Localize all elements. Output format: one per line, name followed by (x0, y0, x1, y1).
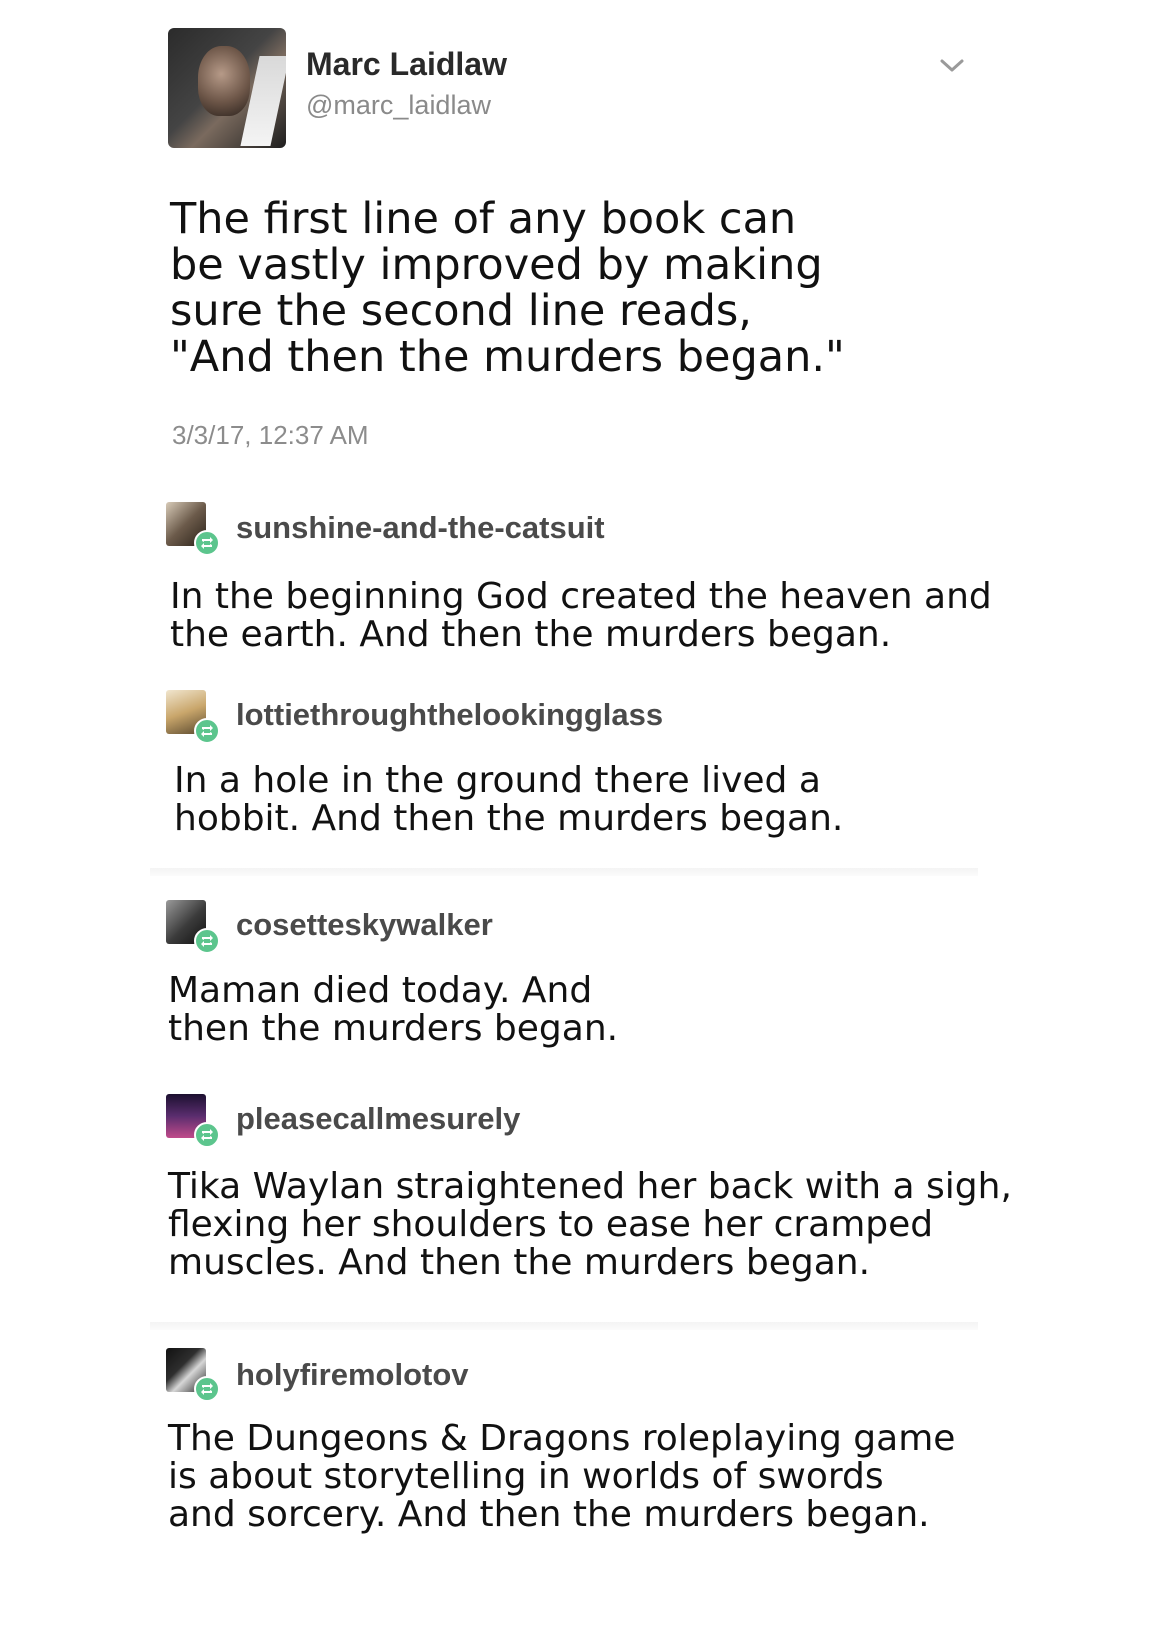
reblog-badge (194, 1122, 220, 1148)
reblog-badge (194, 1376, 220, 1402)
reblog-icon (201, 537, 213, 549)
reblog-text: Maman died today. And then the murders b… (168, 970, 619, 1049)
avatar-face (198, 46, 250, 116)
reblog-avatar[interactable] (166, 690, 220, 744)
reblog-avatar[interactable] (166, 1348, 220, 1402)
reblog-username[interactable]: holyfiremolotov (236, 1357, 469, 1393)
reblog-username[interactable]: cosetteskywalker (236, 907, 493, 943)
tweet-timestamp[interactable]: 3/3/17, 12:37 AM (172, 420, 369, 451)
reblog-text: In a hole in the ground there lived a ho… (174, 760, 844, 839)
reblog-username[interactable]: pleasecallmesurely (236, 1101, 520, 1137)
tweet-text: The first line of any book can be vastly… (170, 194, 845, 382)
reblog-username[interactable]: sunshine-and-the-catsuit (236, 510, 605, 546)
reblog-text: The Dungeons & Dragons roleplaying game … (168, 1418, 956, 1535)
tweet-author-name[interactable]: Marc Laidlaw (306, 46, 507, 83)
reblog-avatar[interactable] (166, 900, 220, 954)
chevron-down-icon[interactable] (938, 56, 966, 76)
post-divider (150, 1322, 978, 1330)
reblog-icon (201, 725, 213, 737)
reblog-icon (201, 1383, 213, 1395)
post-divider (150, 868, 978, 876)
reblog-avatar[interactable] (166, 502, 220, 556)
tweet-author-avatar[interactable] (168, 28, 286, 148)
screenshot-page: Marc Laidlaw @marc_laidlaw The first lin… (0, 0, 1170, 1631)
reblog-avatar[interactable] (166, 1094, 220, 1148)
tweet-header: Marc Laidlaw @marc_laidlaw (168, 28, 988, 150)
tweet-author-handle[interactable]: @marc_laidlaw (306, 90, 491, 121)
reblog-text: Tika Waylan straightened her back with a… (168, 1166, 1012, 1283)
reblog-icon (201, 1129, 213, 1141)
reblog-badge (194, 928, 220, 954)
reblog-username[interactable]: lottiethroughthelookingglass (236, 697, 663, 733)
reblog-badge (194, 718, 220, 744)
reblog-text: In the beginning God created the heaven … (170, 576, 992, 655)
reblog-badge (194, 530, 220, 556)
reblog-icon (201, 935, 213, 947)
